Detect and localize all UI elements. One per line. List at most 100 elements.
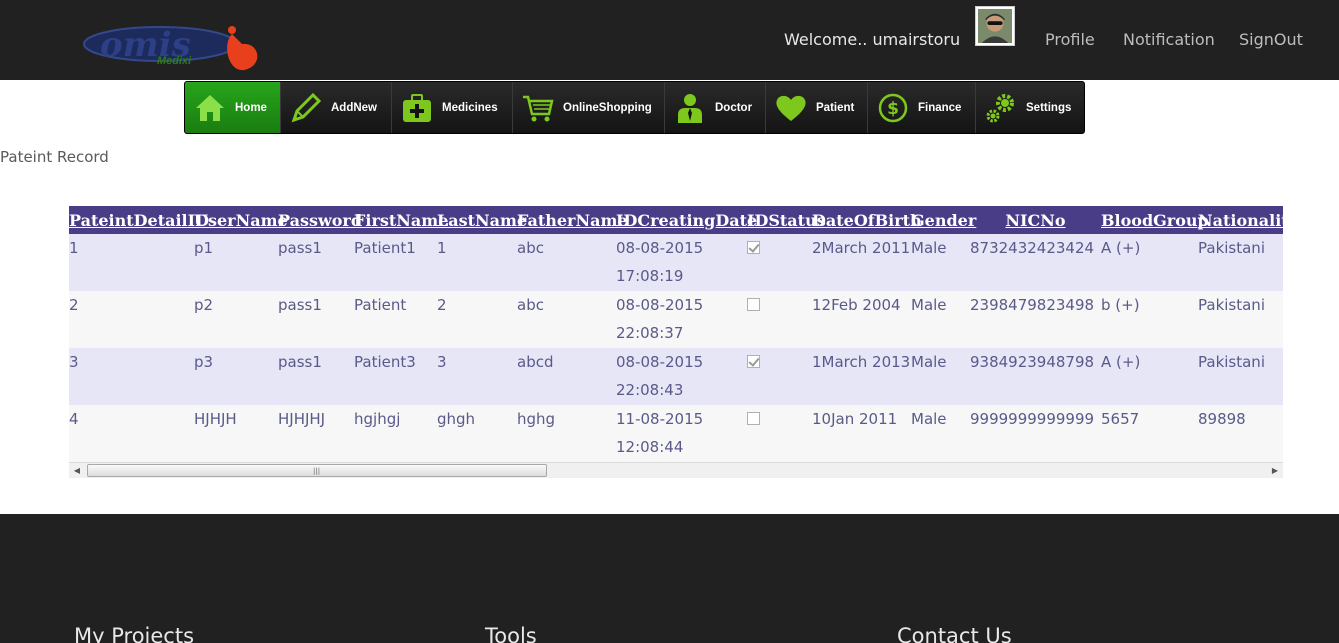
status-checkbox[interactable]	[747, 298, 760, 311]
nav-doctor-label: Doctor	[715, 101, 753, 114]
heart-icon	[774, 91, 808, 125]
page: omis Medixi Welcome.. umairstoru Profile…	[0, 0, 1339, 643]
cell-status	[747, 291, 812, 348]
cell-status	[747, 348, 812, 405]
status-checkbox[interactable]	[747, 241, 760, 254]
home-icon	[193, 91, 227, 125]
col-header-bloodgroup[interactable]: BloodGroup	[1101, 206, 1209, 234]
cell-dob: 12Feb 2004	[812, 291, 911, 348]
table-row: 3 p3 pass1 Patient3 3 abcd 08-08-2015 22…	[69, 348, 1283, 405]
cell-lastname: 3	[437, 348, 517, 405]
nav-finance[interactable]: $ Finance	[868, 82, 976, 133]
nav-addnew-label: AddNew	[331, 101, 377, 114]
scroll-right-arrow-icon[interactable]: ▶	[1267, 463, 1283, 479]
dollar-icon: $	[876, 91, 910, 125]
cell-created: 11-08-2015 12:08:44	[616, 405, 747, 462]
patient-grid: PateintDetailID UserName Password FirstN…	[69, 206, 1283, 478]
shopping-cart-icon	[521, 91, 555, 125]
table-header-row: PateintDetailID UserName Password FirstN…	[69, 206, 1283, 234]
table-row: 2 p2 pass1 Patient 2 abc 08-08-2015 22:0…	[69, 291, 1283, 348]
doctor-icon	[673, 91, 707, 125]
nav-medicines-label: Medicines	[442, 101, 498, 114]
omis-logo[interactable]: omis Medixi	[82, 20, 268, 76]
cell-password: pass1	[278, 234, 354, 291]
cell-fathername: hghg	[517, 405, 616, 462]
cell-gender: Male	[911, 348, 970, 405]
cell-password: HJHJHJ	[278, 405, 354, 462]
nav-settings[interactable]: Settings	[976, 82, 1084, 133]
cell-nic: 8732432423424	[970, 234, 1101, 291]
profile-link[interactable]: Profile	[1045, 30, 1095, 49]
cell-status	[747, 234, 812, 291]
col-header-fathername[interactable]: FatherName	[517, 206, 628, 234]
cell-gender: Male	[911, 291, 970, 348]
cell-firstname: hgjhgj	[354, 405, 437, 462]
notification-link[interactable]: Notification	[1123, 30, 1215, 49]
cell-blood: 5657	[1101, 405, 1198, 462]
col-header-password[interactable]: Password	[278, 206, 362, 234]
cell-nationality: 89898	[1198, 405, 1283, 462]
table-row: 4 HJHJH HJHJHJ hgjhgj ghgh hghg 11-08-20…	[69, 405, 1283, 462]
cell-blood: A (+)	[1101, 234, 1198, 291]
footer: My Projects Tools Contact Us	[0, 514, 1339, 643]
col-header-nationality[interactable]: Nationality	[1198, 206, 1283, 234]
nav-home[interactable]: Home	[185, 82, 281, 133]
cell-created: 08-08-2015 17:08:19	[616, 234, 747, 291]
cell-nic: 9384923948798	[970, 348, 1101, 405]
nav-doctor[interactable]: Doctor	[665, 82, 766, 133]
scroll-left-arrow-icon[interactable]: ◀	[69, 463, 85, 479]
footer-heading-tools: Tools	[485, 624, 537, 643]
col-header-pateintdetailid[interactable]: PateintDetailID	[69, 206, 209, 234]
col-header-lastname[interactable]: LastName	[437, 206, 527, 234]
cell-username: p2	[194, 291, 278, 348]
logo-subtitle: Medixi	[157, 55, 192, 67]
col-header-username[interactable]: UserName	[194, 206, 288, 234]
svg-text:$: $	[887, 99, 899, 119]
cell-nationality: Pakistani	[1198, 234, 1283, 291]
col-header-firstname[interactable]: FirstName	[354, 206, 448, 234]
page-title: Pateint Record	[0, 148, 109, 166]
horizontal-scrollbar[interactable]: ◀ ||| ▶	[69, 462, 1283, 478]
nav-onlineshopping[interactable]: OnlineShopping	[513, 82, 665, 133]
welcome-text: Welcome.. umairstoru	[784, 30, 961, 49]
cell-nic: 2398479823498	[970, 291, 1101, 348]
cell-id: 2	[69, 291, 194, 348]
col-header-idcreatingdate[interactable]: IDCreatingDate	[616, 206, 757, 234]
cell-gender: Male	[911, 234, 970, 291]
col-header-gender[interactable]: Gender	[911, 206, 976, 234]
col-header-idstatus[interactable]: IDStatus	[747, 206, 826, 234]
nav-patient[interactable]: Patient	[766, 82, 868, 133]
cell-lastname: 1	[437, 234, 517, 291]
nav-finance-label: Finance	[918, 101, 962, 114]
nav-patient-label: Patient	[816, 101, 855, 114]
cell-password: pass1	[278, 348, 354, 405]
user-avatar[interactable]	[975, 6, 1015, 46]
cell-blood: b (+)	[1101, 291, 1198, 348]
footer-heading-contact-us: Contact Us	[897, 624, 1012, 643]
table-row: 1 p1 pass1 Patient1 1 abc 08-08-2015 17:…	[69, 234, 1283, 291]
cell-dob: 2March 2011	[812, 234, 911, 291]
nav-medicines[interactable]: Medicines	[392, 82, 513, 133]
cell-created: 08-08-2015 22:08:43	[616, 348, 747, 405]
cell-username: HJHJH	[194, 405, 278, 462]
patient-table: PateintDetailID UserName Password FirstN…	[69, 206, 1283, 462]
col-header-nicno[interactable]: NICNo	[970, 206, 1101, 234]
signout-link[interactable]: SignOut	[1239, 30, 1303, 49]
scrollbar-thumb[interactable]: |||	[87, 464, 547, 477]
cell-fathername: abcd	[517, 348, 616, 405]
cell-lastname: ghgh	[437, 405, 517, 462]
status-checkbox[interactable]	[747, 412, 760, 425]
cell-id: 3	[69, 348, 194, 405]
cell-status	[747, 405, 812, 462]
cell-firstname: Patient	[354, 291, 437, 348]
col-header-dateofbirth[interactable]: DateOfBirth	[812, 206, 922, 234]
nav-onlineshopping-label: OnlineShopping	[563, 101, 652, 114]
cell-username: p3	[194, 348, 278, 405]
status-checkbox[interactable]	[747, 355, 760, 368]
cell-nationality: Pakistani	[1198, 291, 1283, 348]
nav-addnew[interactable]: AddNew	[281, 82, 392, 133]
grip-icon: |||	[313, 467, 321, 475]
nav-settings-label: Settings	[1026, 101, 1072, 114]
cell-dob: 1March 2013	[812, 348, 911, 405]
cell-nationality: Pakistani	[1198, 348, 1283, 405]
